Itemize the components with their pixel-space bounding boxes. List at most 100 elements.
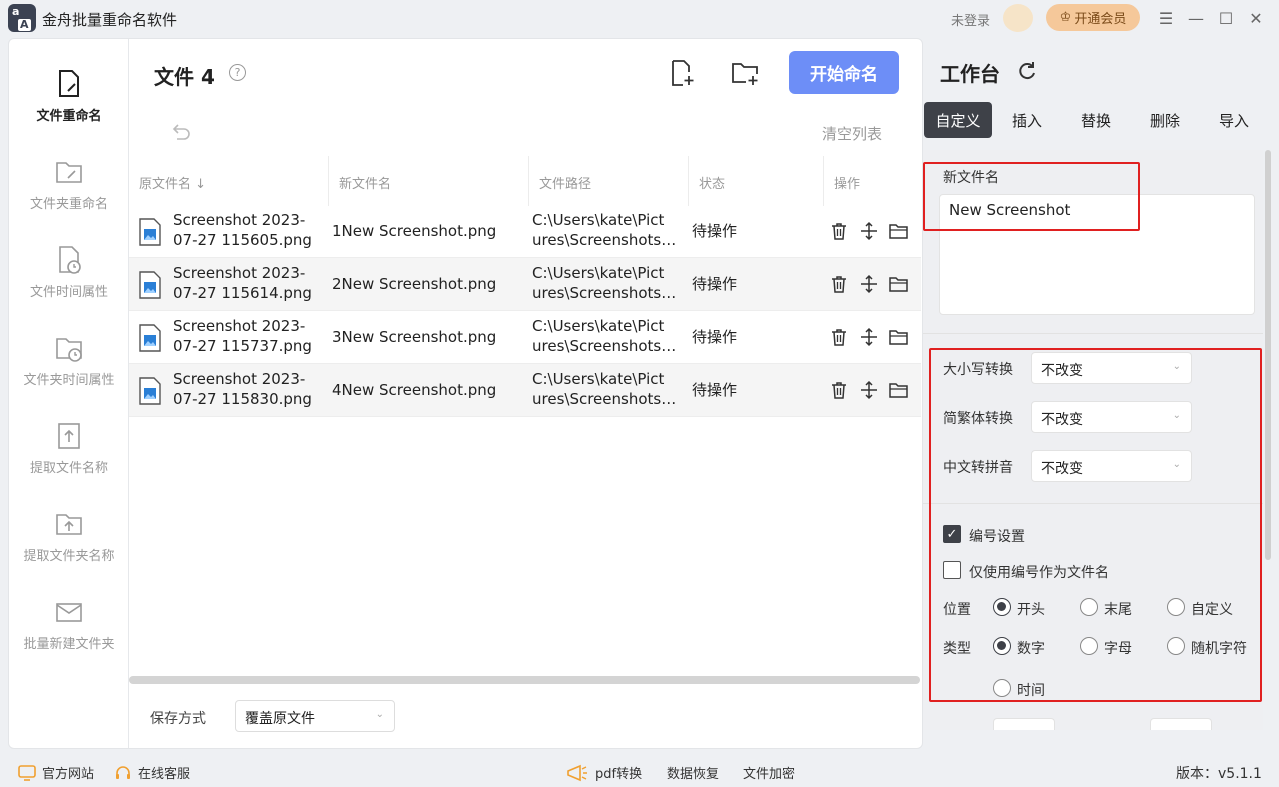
horizontal-scrollbar[interactable] [129,676,920,684]
table-row[interactable]: Screenshot 2023- 07-27 115614.png 2New Scr… [129,258,921,311]
sidebar-item-file-time[interactable]: 文件时间属性 [9,245,129,325]
open-folder-icon[interactable] [889,274,909,294]
data-recovery-link[interactable]: 数据恢复 [667,763,719,782]
sidebar-item-extract-folder[interactable]: 提取文件夹名称 [9,509,129,589]
sidebar-item-file-rename[interactable]: 文件重命名 [9,69,129,149]
table-row[interactable]: Screenshot 2023- 07-27 115737.png 3New Scr… [129,311,921,364]
sidebar-item-folder-time[interactable]: 文件夹时间属性 [9,333,129,413]
vip-button-label: 开通会员 [1074,12,1127,27]
sidebar: 文件重命名 文件夹重命名 文件时间属性 文件夹时间属性 提取文件名称 提取文件夹… [9,39,129,748]
sidebar-item-batch-folder[interactable]: 批量新建文件夹 [9,597,129,677]
move-icon[interactable] [859,274,879,294]
sidebar-item-label: 文件重命名 [36,109,102,124]
menu-icon[interactable]: ☰ [1156,8,1176,28]
status-text: 待操作 [692,222,738,240]
save-mode-select[interactable]: 覆盖原文件 ⌄ [235,700,395,732]
login-link[interactable]: 未登录 [951,10,990,29]
add-file-icon[interactable] [668,59,696,87]
app-logo-icon: aA [8,4,36,32]
add-folder-icon[interactable] [731,59,759,87]
sidebar-item-label: 文件夹时间属性 [23,373,115,388]
move-icon[interactable] [859,380,879,400]
status-bar: 官方网站 在线客服 pdf转换 数据恢复 文件加密 [0,756,1279,787]
trash-icon[interactable] [829,221,849,241]
sidebar-item-label: 文件夹重命名 [29,197,108,212]
tab-replace[interactable]: 替换 [1064,102,1128,138]
chevron-down-icon: ⌄ [375,709,384,720]
headset-icon [116,765,130,779]
sidebar-item-label: 提取文件夹名称 [23,549,115,564]
trash-icon[interactable] [829,274,849,294]
new-filename: 4New Screenshot.png [332,381,497,399]
start-number-input[interactable] [993,718,1055,730]
new-filename: 3New Screenshot.png [332,328,497,346]
original-filename: Screenshot 2023- 07-27 115737.png [173,317,312,355]
move-icon[interactable] [859,221,879,241]
file-clock-icon [59,246,81,274]
minimize-icon[interactable]: — [1186,8,1206,28]
tab-custom[interactable]: 自定义 [924,102,992,138]
column-header-status: 状态 [699,177,726,192]
vip-button[interactable]: ♔ 开通会员 [1046,4,1140,31]
pdf-convert-link[interactable]: pdf转换 [565,763,642,782]
title-bar: aA 金舟批量重命名软件 未登录 ♔ 开通会员 ☰ — ☐ ✕ [0,0,1279,36]
refresh-icon[interactable] [1016,60,1038,82]
table-row[interactable]: Screenshot 2023- 07-27 115830.png 4New Scr… [129,364,921,417]
image-file-icon [139,377,161,405]
file-extract-icon [58,423,80,449]
open-folder-icon[interactable] [889,380,909,400]
undo-icon[interactable] [169,121,191,143]
sidebar-item-folder-rename[interactable]: 文件夹重命名 [9,157,129,237]
sort-arrow-icon: ↓ [195,177,207,192]
status-text: 待操作 [692,381,738,399]
official-website-link[interactable]: 官方网站 [18,763,94,782]
image-file-icon [139,218,161,246]
help-icon[interactable]: ? [229,64,246,81]
start-rename-button[interactable]: 开始命名 [789,51,899,94]
column-header-actions: 操作 [834,177,861,192]
file-path: C:\Users\kate\Pict ures\Screenshots\... [532,211,677,249]
sidebar-item-label: 文件时间属性 [29,285,108,300]
original-filename: Screenshot 2023- 07-27 115605.png [173,211,312,249]
app-title: 金舟批量重命名软件 [42,11,178,29]
highlight-box [929,348,1262,702]
file-encrypt-link[interactable]: 文件加密 [743,763,795,782]
batch-folder-icon [56,603,82,622]
move-icon[interactable] [859,327,879,347]
file-path: C:\Users\kate\Pict ures\Screenshots\... [532,370,677,408]
original-filename: Screenshot 2023- 07-27 115830.png [173,370,312,408]
sidebar-item-extract-file[interactable]: 提取文件名称 [9,421,129,501]
file-count-title: 文件 4 [154,65,215,89]
monitor-icon [18,764,36,781]
online-support-link[interactable]: 在线客服 [114,763,190,782]
tab-delete[interactable]: 删除 [1133,102,1197,138]
column-header-original[interactable]: 原文件名 ↓ [139,173,206,192]
file-edit-icon [59,70,79,97]
new-filename: 1New Screenshot.png [332,222,497,240]
sidebar-item-label: 批量新建文件夹 [23,637,115,652]
column-header-new: 新文件名 [339,177,392,192]
status-text: 待操作 [692,275,738,293]
table-row[interactable]: Screenshot 2023- 07-27 115605.png 1New Scr… [129,205,921,258]
table-header: 原文件名 ↓ 新文件名 文件路径 状态 操作 [129,156,921,206]
trash-icon[interactable] [829,380,849,400]
version-label: 版本：v5.1.1 [1176,766,1262,782]
open-folder-icon[interactable] [889,327,909,347]
avatar[interactable] [1003,4,1033,32]
file-path: C:\Users\kate\Pict ures\Screenshots\... [532,264,677,302]
tab-import[interactable]: 导入 [1202,102,1266,138]
file-path: C:\Users\kate\Pict ures\Screenshots\... [532,317,677,355]
folder-clock-icon [56,338,82,362]
tab-insert[interactable]: 插入 [995,102,1059,138]
new-filename: 2New Screenshot.png [332,275,497,293]
step-input[interactable] [1150,718,1212,730]
panel-scrollbar[interactable] [1265,150,1271,560]
original-filename: Screenshot 2023- 07-27 115614.png [173,264,312,302]
trash-icon[interactable] [829,327,849,347]
workspace-tabs: 自定义 插入 替换 删除 导入 [923,102,1263,138]
open-folder-icon[interactable] [889,221,909,241]
maximize-icon[interactable]: ☐ [1216,8,1236,28]
folder-extract-icon [56,514,82,535]
close-icon[interactable]: ✕ [1246,8,1266,28]
clear-list-button[interactable]: 清空列表 [822,123,882,144]
